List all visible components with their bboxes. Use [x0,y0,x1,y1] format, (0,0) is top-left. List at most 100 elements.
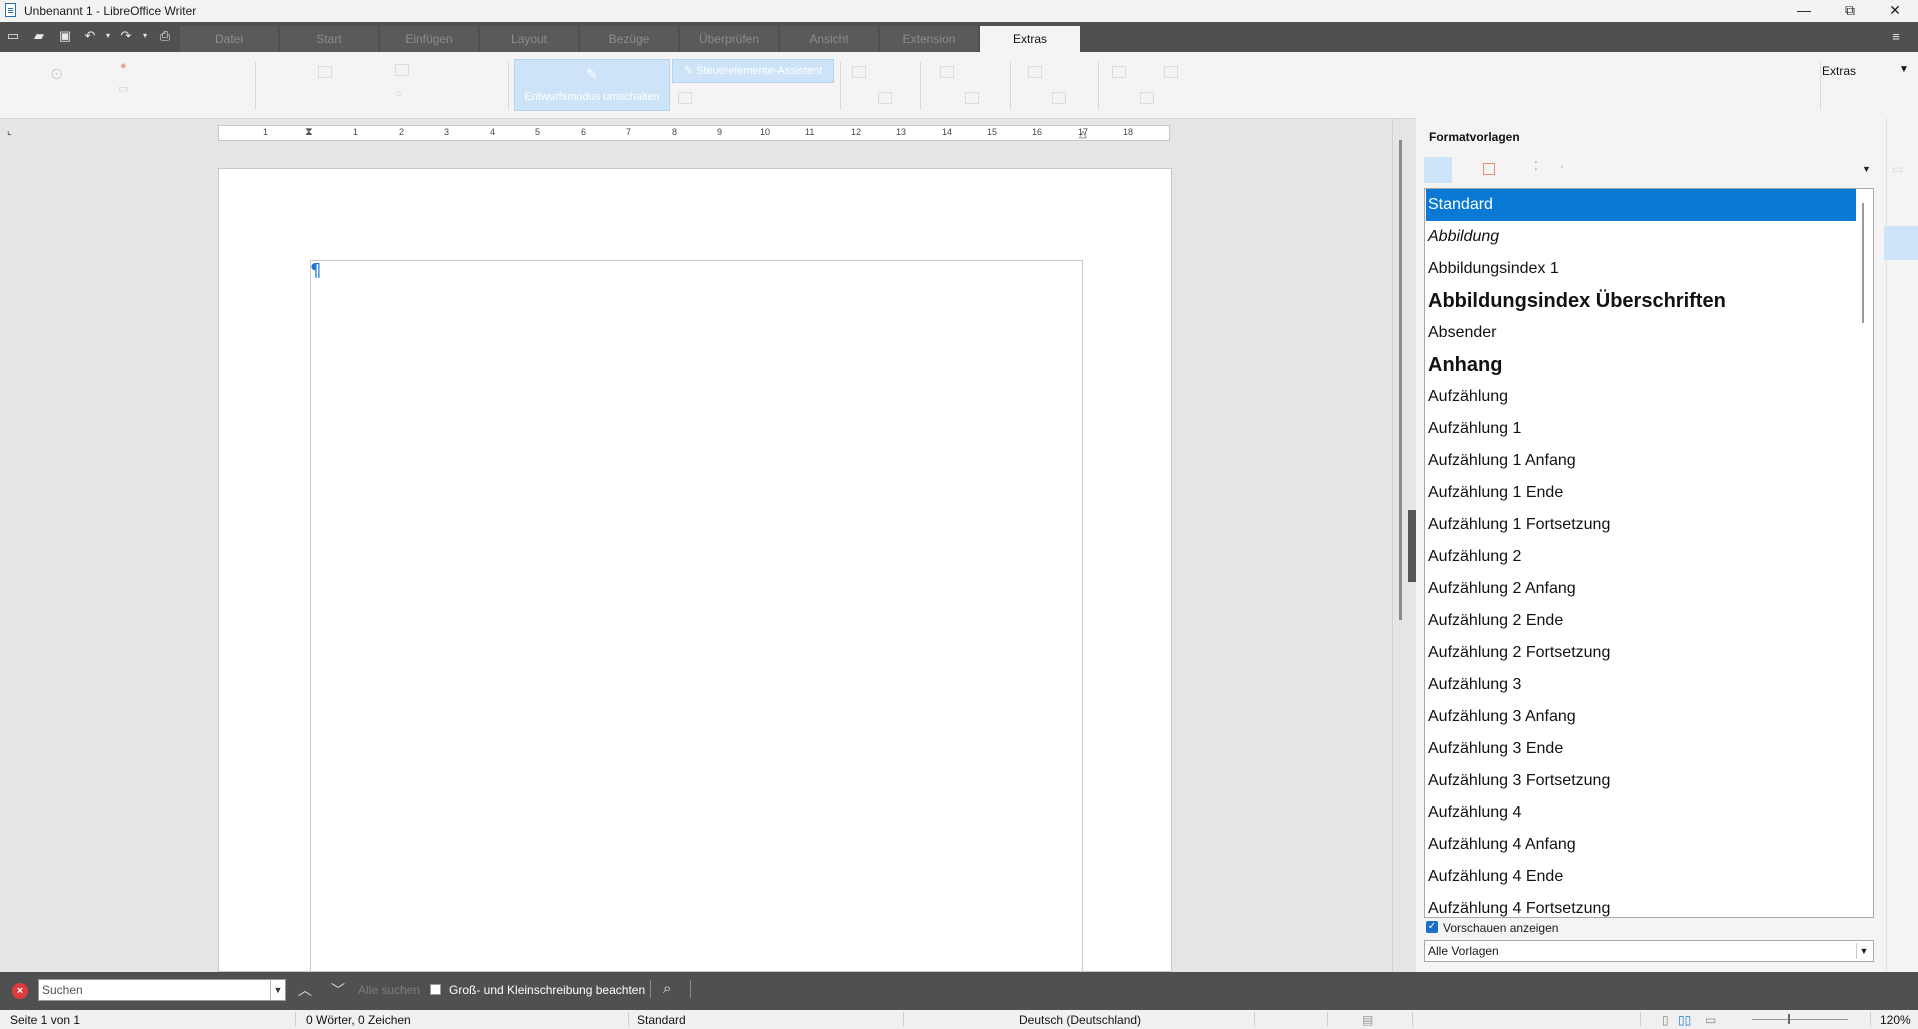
maximize-button[interactable]: ⧉ [1827,0,1873,22]
style-list-item[interactable]: Abbildungsindex Überschriften [1426,285,1856,317]
style-list-item[interactable]: Aufzählung 2 Fortsetzung [1426,637,1856,669]
style-list-item[interactable]: Aufzählung 4 Anfang [1426,829,1856,861]
chevron-down-icon[interactable]: ▼ [1856,943,1871,959]
sidebar-splitter[interactable] [1408,510,1416,582]
minimize-button[interactable]: — [1781,0,1827,22]
chevron-down-icon[interactable]: ▼ [270,980,285,1000]
page-style[interactable]: Standard [637,1013,686,1027]
style-list-item[interactable]: Anhang [1426,349,1856,381]
find-all-button[interactable]: Alle suchen [358,983,420,997]
style-list-item[interactable]: Aufzählung 1 [1426,413,1856,445]
record-macro-icon[interactable]: ● [120,60,127,72]
style-list-item[interactable]: Aufzählung [1426,381,1856,413]
page-count[interactable]: Seite 1 von 1 [10,1013,80,1027]
properties-deck-icon[interactable]: ▭ [1892,162,1903,176]
style-list-item[interactable]: Standard [1426,189,1856,221]
style-list-item[interactable]: Aufzählung 1 Ende [1426,477,1856,509]
zoom-slider-handle[interactable] [1788,1014,1790,1024]
multi-page-view-icon[interactable]: ▯▯ [1678,1013,1691,1027]
frame-styles-icon[interactable] [1483,163,1495,175]
show-previews-checkbox[interactable]: ✓ [1426,921,1438,933]
style-list-item[interactable]: Aufzählung 3 Fortsetzung [1426,765,1856,797]
paragraph-styles-icon[interactable] [1424,157,1452,183]
align-icon[interactable] [1028,66,1042,78]
left-indent-marker-icon[interactable]: ⧗ [305,126,313,139]
open-folder-icon[interactable]: ▰ [31,28,47,44]
zoom-level[interactable]: 120% [1880,1013,1911,1027]
style-list-item[interactable]: Aufzählung 4 Fortsetzung [1426,893,1856,917]
tab-einfuegen[interactable]: Einfügen [380,26,478,52]
print-icon[interactable]: ⎙ [157,28,173,44]
style-list-item[interactable]: Aufzählung 3 Anfang [1426,701,1856,733]
position-icon[interactable] [1052,92,1066,104]
style-list-item[interactable]: Aufzählung 2 Anfang [1426,573,1856,605]
find-and-replace-icon[interactable]: ⌕ [663,980,681,998]
tab-extension[interactable]: Extension [880,26,978,52]
style-list-item[interactable]: Aufzählung 4 Ende [1426,861,1856,893]
search-form-icon[interactable]: ○ [395,88,402,100]
book-view-icon[interactable]: ▭ [1705,1013,1716,1027]
style-list-item[interactable]: Abbildung [1426,221,1856,253]
styles-actions-dropdown-icon[interactable]: ▼ [1862,164,1871,174]
redo-icon[interactable]: ↷ [118,28,134,44]
word-count[interactable]: 0 Wörter, 0 Zeichen [306,1013,411,1027]
form-properties-icon[interactable] [878,92,892,104]
undo-dropdown-icon[interactable]: ▾ [100,28,116,44]
document-modified-icon[interactable]: ▤ [1362,1013,1373,1027]
single-page-view-icon[interactable]: ▯ [1662,1013,1669,1027]
tab-start[interactable]: Start [280,26,378,52]
list-styles-icon[interactable]: ⁚ [1534,159,1538,173]
style-list-item[interactable]: Aufzählung 1 Fortsetzung [1426,509,1856,541]
tab-bezuege[interactable]: Bezüge [580,26,678,52]
language[interactable]: Deutsch (Deutschland) [1019,1013,1141,1027]
sort-icon[interactable] [1164,66,1178,78]
paragraph-mark[interactable]: ¶ [310,260,321,281]
tab-ansicht[interactable]: Ansicht [780,26,878,52]
style-list-item[interactable]: Aufzählung 2 Ende [1426,605,1856,637]
form-navigator-icon[interactable] [395,64,409,76]
undo-icon[interactable]: ↶ [82,28,98,44]
horizontal-ruler[interactable]: 1 1 2 3 4 5 6 7 8 9 10 11 12 13 14 15 16… [218,125,1170,141]
close-button[interactable]: ✕ [1872,0,1918,22]
open-icon[interactable] [1140,92,1154,104]
zoom-slider[interactable] [1752,1019,1848,1020]
find-next-icon[interactable]: ﹀ [331,980,345,1000]
match-case-checkbox[interactable] [430,984,441,995]
design-mode-button[interactable]: ✎ Entwurfsmodus umschalten [514,59,670,111]
control-wizard-button[interactable]: ✎ Steuerelemente-Assistent [672,59,834,83]
table-styles-icon[interactable]: · [1560,159,1564,173]
style-list-item[interactable]: Aufzählung 1 Anfang [1426,445,1856,477]
form-control-icon[interactable] [678,92,692,104]
style-list-scrollbar[interactable] [1862,203,1864,323]
style-list-item[interactable]: Aufzählung 3 Ende [1426,733,1856,765]
style-list-item[interactable]: Aufzählung 4 [1426,797,1856,829]
close-find-bar-icon[interactable]: × [12,983,28,999]
new-document-icon[interactable]: ▭ [5,28,21,44]
style-filter-select[interactable]: Alle Vorlagen ▼ [1424,940,1874,962]
redo-dropdown-icon[interactable]: ▾ [137,28,153,44]
find-previous-icon[interactable]: ︿ [298,980,312,1000]
tab-ueberpruefen[interactable]: Überprüfen [680,26,778,52]
menu-icon[interactable]: ≡ [1888,29,1904,45]
style-list-item[interactable]: Aufzählung 3 [1426,669,1856,701]
insert-table-icon[interactable] [1112,66,1126,78]
style-list[interactable]: Standard Abbildung Abbildungsindex 1 Abbild… [1424,188,1874,918]
save-icon[interactable]: ▣ [57,28,73,44]
control-properties-icon[interactable] [852,66,866,78]
macro-icon[interactable]: ⊙ [50,64,63,84]
tab-stop-selector-icon[interactable]: ⌞ [7,126,12,137]
style-list-item[interactable]: Aufzählung 2 [1426,541,1856,573]
chevron-down-icon[interactable]: ▼ [1899,64,1909,75]
vertical-scrollbar[interactable] [1399,140,1402,620]
tab-extras[interactable]: Extras [980,26,1080,52]
style-list-item[interactable]: Absender [1426,317,1856,349]
style-list-item[interactable]: Abbildungsindex 1 [1426,253,1856,285]
tab-datei[interactable]: Datei [180,26,278,52]
basic-icon[interactable]: ▭ [118,82,128,95]
find-input[interactable]: Suchen ▼ [38,979,286,1001]
right-indent-marker-icon[interactable]: △ [1079,129,1087,140]
extras-dropdown[interactable]: Extras [1822,64,1856,78]
tab-order-icon[interactable] [940,66,954,78]
tab-layout[interactable]: Layout [480,26,578,52]
add-field-icon[interactable] [965,92,979,104]
